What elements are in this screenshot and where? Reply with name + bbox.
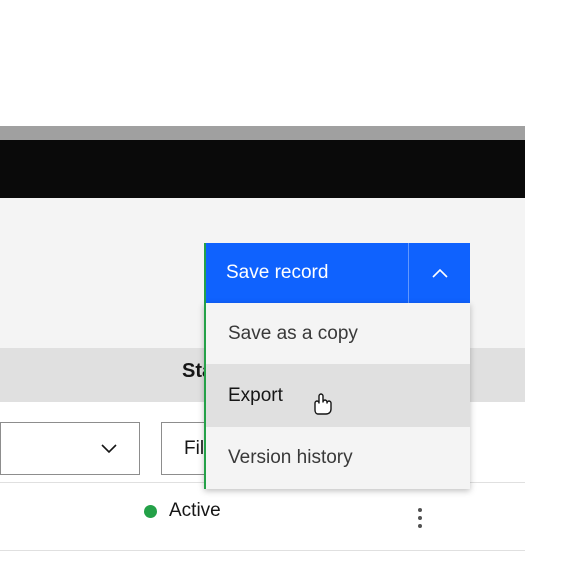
save-record-button-label: Save record <box>226 262 328 284</box>
save-record-menu: Save as a copy Export Version history <box>204 303 470 489</box>
window-titlebar <box>0 126 525 140</box>
row-overflow-menu[interactable] <box>400 498 440 538</box>
chevron-down-icon <box>101 444 117 454</box>
menu-item-version-history[interactable]: Version history <box>206 427 470 489</box>
menu-item-label: Save as a copy <box>228 323 358 345</box>
column-select-dropdown[interactable] <box>0 422 140 475</box>
row-divider <box>0 550 525 551</box>
menu-item-save-as-copy[interactable]: Save as a copy <box>206 303 470 364</box>
save-record-button[interactable]: Save record <box>204 243 408 303</box>
save-record-split-button: Save record <box>204 243 470 303</box>
app-header <box>0 140 525 198</box>
menu-item-label: Export <box>228 385 283 407</box>
status-label: Active <box>169 500 221 522</box>
table-row[interactable]: Active <box>144 500 221 522</box>
chevron-up-icon <box>432 268 448 278</box>
menu-item-label: Version history <box>228 447 353 469</box>
save-record-menu-toggle[interactable] <box>408 243 470 303</box>
menu-item-export[interactable]: Export <box>206 364 470 427</box>
status-dot-icon <box>144 505 157 518</box>
filter-input-text: Fil <box>184 438 204 460</box>
